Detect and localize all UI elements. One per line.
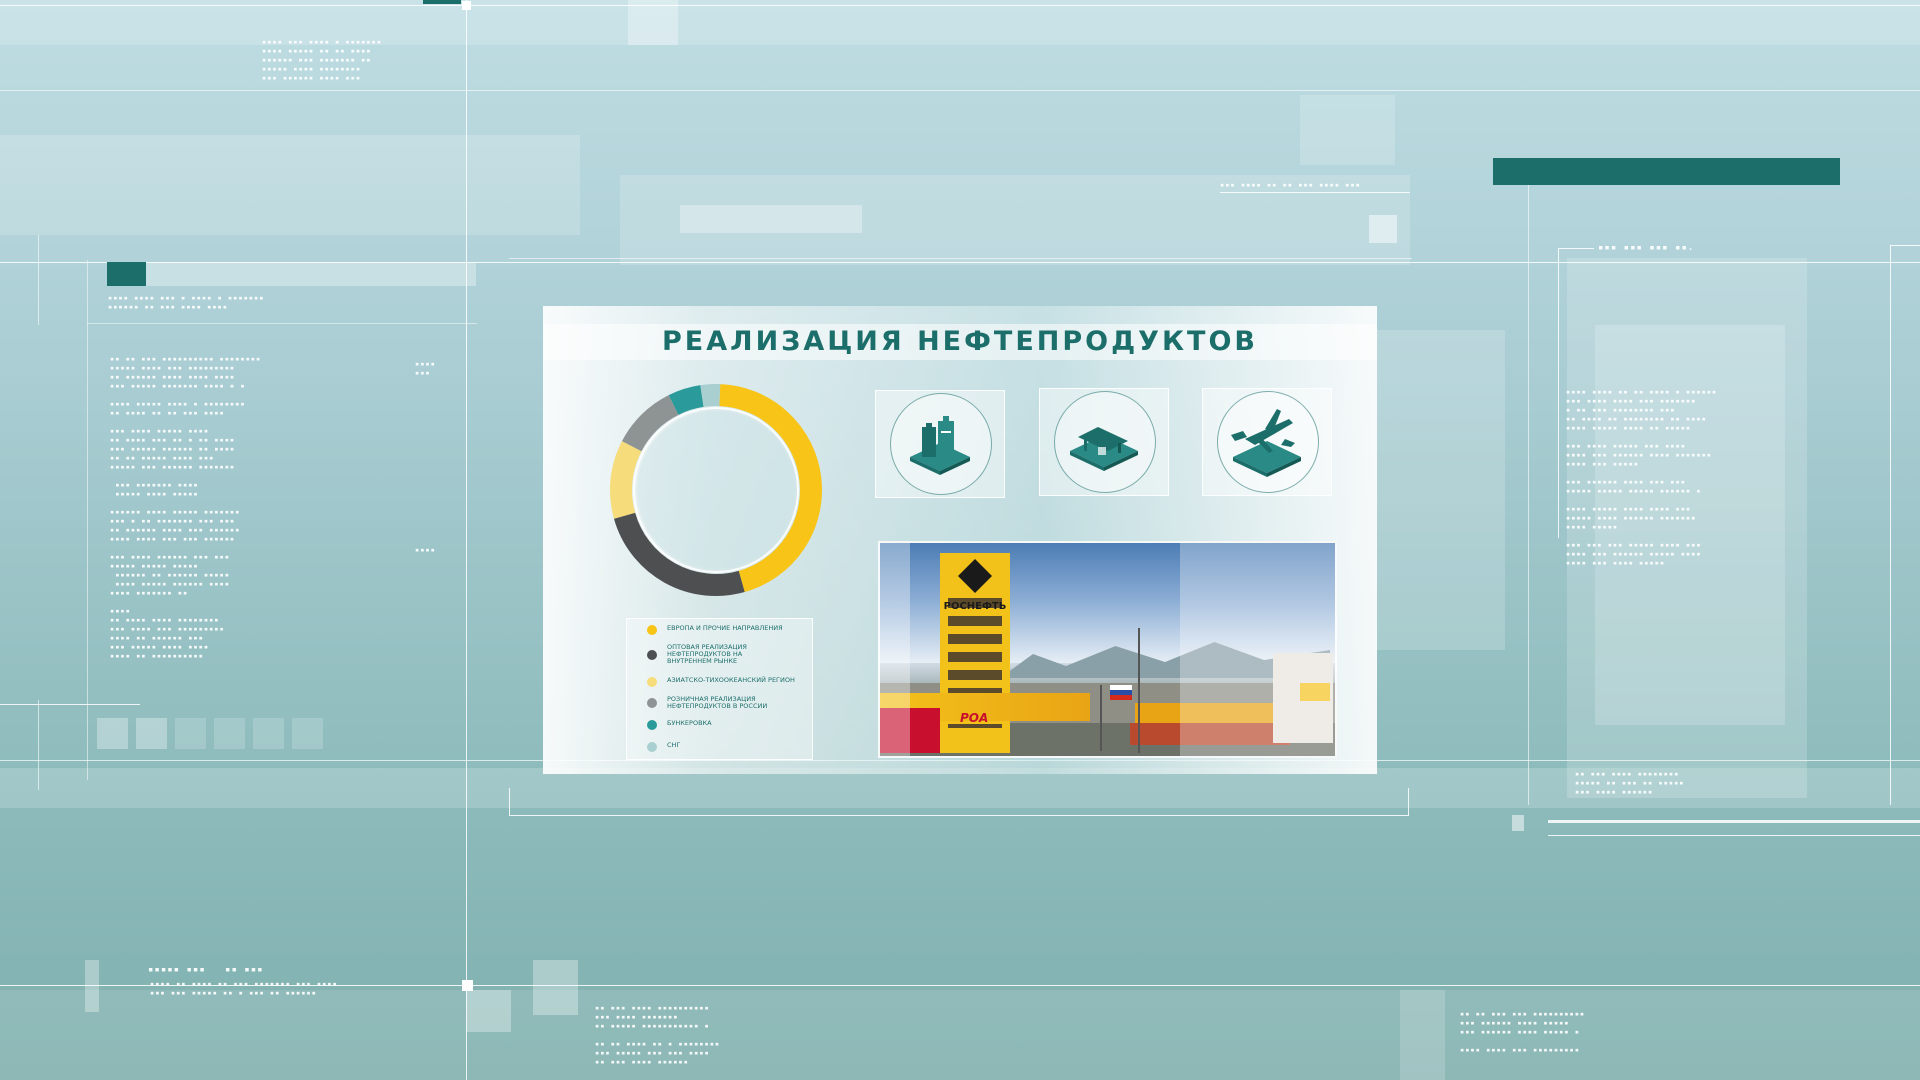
glass-panel — [1377, 330, 1505, 650]
decorative-dots: ▪▪▪ ▪▪▪ ▪▪▪ ▪▪. — [1598, 243, 1695, 253]
retail-tile[interactable] — [1039, 388, 1169, 496]
glass-square — [136, 718, 167, 749]
decorative-dots: ▪▪▪▪ ▪▪▪ — [415, 360, 436, 377]
glass-square — [175, 718, 206, 749]
donut-segment-3 — [610, 441, 642, 519]
teal-title-bar — [1493, 158, 1840, 185]
glass-block — [628, 0, 678, 45]
hud-line — [1548, 835, 1920, 836]
glass-square — [97, 718, 128, 749]
decorative-dots: ▪▪▪▪ — [415, 546, 436, 554]
glass-square — [253, 718, 284, 749]
hud-line — [509, 258, 1412, 259]
legend-item: АЗИАТСКО-ТИХООКЕАНСКИЙ РЕГИОН — [647, 677, 807, 687]
donut-center — [637, 411, 795, 569]
legend-swatch — [647, 720, 657, 730]
decorative-dots: ▪▪ ▪▪▪ ▪▪▪▪ ▪▪▪▪▪▪▪▪ ▪▪▪▪▪ ▪▪ ▪▪▪ ▪▪ ▪▪▪… — [1575, 770, 1685, 796]
legend-label: ЕВРОПА И ПРОЧИЕ НАПРАВЛЕНИЯ — [667, 624, 783, 632]
legend-swatch — [647, 677, 657, 687]
oil-canisters-icon — [910, 416, 970, 475]
legend-swatch — [647, 625, 657, 635]
wholesale-tile[interactable] — [875, 390, 1005, 498]
legend-label: РОЗНИЧНАЯ РЕАЛИЗАЦИЯ НЕФТЕПРОДУКТОВ В РО… — [667, 695, 768, 710]
hud-line — [38, 235, 39, 325]
legend-label: ОПТОВАЯ РЕАЛИЗАЦИЯ НЕФТЕПРОДУКТОВ НА ВНУ… — [667, 643, 747, 665]
gas-station-photo: РОСНЕФТЬ РОА — [878, 541, 1337, 758]
hud-line — [87, 323, 477, 324]
hud-line — [0, 90, 1920, 91]
glass-block — [466, 990, 511, 1032]
decorative-dots: ▪▪▪▪▪ ▪▪▪ ▪▪ ▪▪▪ — [148, 965, 264, 975]
glass-block — [1400, 990, 1445, 1080]
glass-band — [0, 990, 1920, 1080]
hud-line — [0, 5, 1920, 6]
legend-swatch — [647, 698, 657, 708]
chart-legend: ЕВРОПА И ПРОЧИЕ НАПРАВЛЕНИЯ ОПТОВАЯ РЕАЛ… — [626, 618, 813, 760]
decorative-dots: ▪▪▪ ▪▪▪▪ ▪▪ ▪▪ ▪▪▪ ▪▪▪▪ ▪▪▪ — [1220, 181, 1361, 189]
hud-line — [1408, 788, 1409, 816]
hud-line — [509, 815, 1409, 816]
hud-line — [1220, 192, 1410, 193]
decorative-dots: ▪▪▪▪ ▪▪ ▪▪▪▪ ▪▪ ▪▪▪ ▪▪▪▪▪▪▪ ▪▪▪ ▪▪▪▪ ▪▪▪… — [150, 980, 338, 997]
hud-line — [1558, 248, 1559, 538]
teal-marker — [107, 262, 146, 286]
decorative-dots: ▪▪ ▪▪▪ ▪▪▪▪ ▪▪▪▪▪▪▪▪▪▪ ▪▪▪ ▪▪▪▪ ▪▪▪▪▪▪▪ … — [595, 1004, 721, 1066]
gas-station-icon — [1070, 427, 1138, 471]
legend-item: ОПТОВАЯ РЕАЛИЗАЦИЯ НЕФТЕПРОДУКТОВ НА ВНУ… — [647, 644, 762, 665]
glass-block — [680, 205, 862, 233]
page-title: РЕАЛИЗАЦИЯ НЕФТЕПРОДУКТОВ — [662, 326, 1258, 357]
hud-line — [509, 788, 510, 816]
lamp-pole — [1138, 628, 1140, 753]
canopy-sign: РОА — [960, 711, 989, 725]
decorative-dots: ▪▪ ▪▪ ▪▪▪ ▪▪▪▪▪▪▪▪▪▪ ▪▪▪▪▪▪▪▪ ▪▪▪▪▪ ▪▪▪▪… — [110, 355, 262, 660]
legend-swatch — [647, 742, 657, 752]
glass-overlay — [880, 543, 910, 756]
glass-band — [0, 135, 580, 235]
donut-segment-6 — [700, 384, 721, 407]
hud-line — [1890, 245, 1920, 246]
hud-line — [87, 260, 88, 780]
hud-line — [1558, 248, 1594, 249]
legend-item: РОЗНИЧНАЯ РЕАЛИЗАЦИЯ НЕФТЕПРОДУКТОВ В РО… — [647, 696, 777, 710]
legend-item: СНГ — [647, 742, 807, 752]
glass-overlay — [1180, 543, 1335, 756]
decorative-dots: ▪▪▪▪ ▪▪▪▪ ▪▪▪ ▪ ▪▪▪▪ ▪ ▪▪▪▪▪▪▪ ▪▪▪▪▪▪ ▪▪… — [108, 294, 265, 311]
teal-marker — [423, 0, 461, 4]
glass-block — [1300, 95, 1395, 165]
hud-line — [0, 704, 140, 705]
hud-node — [1369, 215, 1397, 243]
glass-block — [146, 262, 476, 286]
hud-node — [1512, 815, 1524, 831]
brand-sign: РОСНЕФТЬ — [943, 601, 1007, 612]
hud-line — [1548, 820, 1920, 823]
legend-swatch — [647, 650, 657, 660]
legend-label: АЗИАТСКО-ТИХООКЕАНСКИЙ РЕГИОН — [667, 676, 795, 684]
hud-line — [466, 0, 467, 1080]
flag — [1110, 685, 1132, 700]
airplane-bunkering-icon — [1231, 409, 1301, 477]
glass-block — [85, 960, 99, 1012]
donut-chart — [610, 384, 822, 596]
legend-item: ЕВРОПА И ПРОЧИЕ НАПРАВЛЕНИЯ — [647, 625, 807, 635]
decorative-dots: ▪▪▪▪ ▪▪▪ ▪▪▪▪ ▪ ▪▪▪▪▪▪▪ ▪▪▪▪ ▪▪▪▪▪ ▪▪ ▪▪… — [262, 38, 382, 82]
glass-block — [533, 960, 578, 1015]
donut-segment-5 — [668, 385, 704, 416]
hud-node — [462, 1, 471, 10]
bunkering-tile[interactable] — [1202, 388, 1332, 496]
glass-square — [214, 718, 245, 749]
decorative-dots: ▪▪▪▪ ▪▪▪▪ ▪▪ ▪▪ ▪▪▪▪ ▪ ▪▪▪▪▪▪ ▪▪▪ ▪▪▪▪ ▪… — [1566, 388, 1718, 567]
legend-label: БУНКЕРОВКА — [667, 719, 712, 727]
decorative-dots: ▪▪ ▪▪ ▪▪▪ ▪▪▪ ▪▪▪▪▪▪▪▪▪▪ ▪▪▪ ▪▪▪▪▪▪ ▪▪▪▪… — [1460, 1010, 1586, 1054]
flag-pole — [1100, 685, 1102, 751]
main-panel: РЕАЛИЗАЦИЯ НЕФТЕПРОДУКТОВ ЕВРОПА И ПРОЧИ… — [543, 306, 1377, 774]
glass-square — [292, 718, 323, 749]
hud-line — [1528, 185, 1529, 805]
hud-line — [1890, 245, 1891, 805]
legend-item: БУНКЕРОВКА — [647, 720, 807, 730]
legend-label: СНГ — [667, 741, 681, 749]
